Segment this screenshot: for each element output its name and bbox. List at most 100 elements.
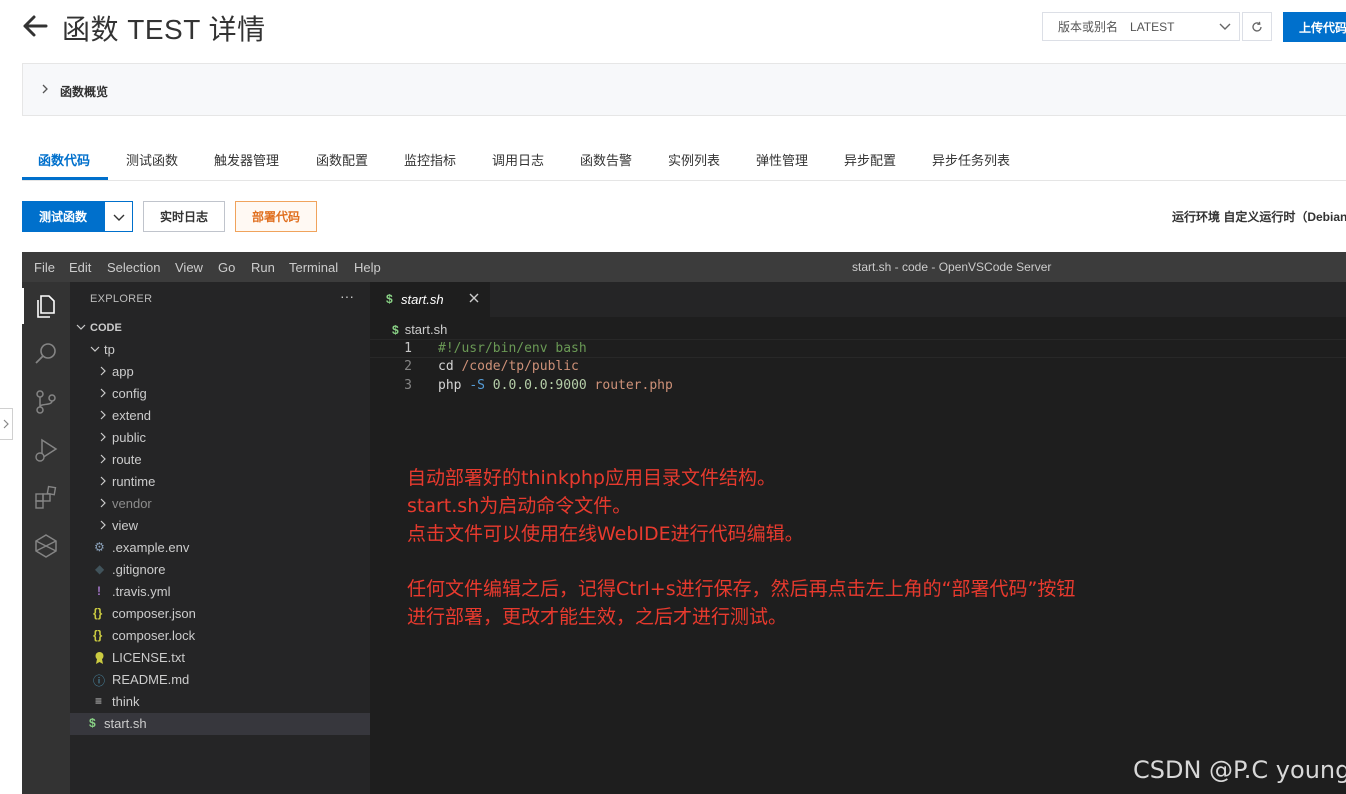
chevron-down-icon bbox=[76, 324, 86, 330]
tab-bar: 函数代码 测试函数 触发器管理 函数配置 监控指标 调用日志 函数告警 实例列表… bbox=[22, 140, 1346, 181]
editor-tab-start-sh[interactable]: $ start.sh bbox=[370, 282, 490, 317]
chevron-down-icon bbox=[113, 214, 124, 221]
chevron-right-icon bbox=[100, 476, 106, 486]
run-debug-icon[interactable] bbox=[32, 436, 60, 464]
chevron-right-icon bbox=[100, 366, 106, 376]
function-overview-panel[interactable]: 函数概览 bbox=[22, 63, 1346, 116]
code-line[interactable]: 3 php -S 0.0.0.0:9000 router.php bbox=[370, 377, 1346, 396]
back-arrow-icon[interactable] bbox=[20, 10, 50, 42]
remote-explorer-icon[interactable] bbox=[32, 532, 60, 560]
line-number: 1 bbox=[404, 341, 412, 356]
code-editor: $ start.sh $ start.sh 1 #!/usr/bin/env ba… bbox=[370, 282, 1346, 794]
tree-item-license[interactable]: LICENSE.txt bbox=[70, 647, 370, 669]
active-view-indicator bbox=[22, 288, 24, 324]
tree-item-label: tp bbox=[104, 342, 115, 357]
activity-bar bbox=[22, 282, 70, 794]
tree-item-start-sh[interactable]: $ start.sh bbox=[70, 713, 370, 735]
tree-item-label: start.sh bbox=[104, 716, 147, 731]
annotation-line: 自动部署好的thinkphp应用目录文件结构。 bbox=[407, 467, 776, 489]
tree-item-label: vendor bbox=[112, 496, 152, 511]
shell-dollar-icon: $ bbox=[392, 323, 399, 337]
tree-item-label: README.md bbox=[112, 672, 190, 687]
menu-selection[interactable]: Selection bbox=[107, 260, 160, 275]
tree-item-label: .example.env bbox=[112, 540, 190, 555]
chevron-right-icon bbox=[100, 432, 106, 442]
deploy-code-button[interactable]: 部署代码 bbox=[235, 201, 317, 232]
code-line[interactable]: 2 cd /code/tp/public bbox=[370, 358, 1346, 377]
tab-instance-list[interactable]: 实例列表 bbox=[668, 150, 720, 169]
line-number: 3 bbox=[404, 378, 412, 393]
tab-elastic-management[interactable]: 弹性管理 bbox=[756, 150, 808, 169]
license-icon bbox=[95, 652, 104, 664]
tab-invocation-logs[interactable]: 调用日志 bbox=[492, 150, 544, 169]
tree-item-tp[interactable]: tp bbox=[70, 339, 370, 361]
tab-test-function[interactable]: 测试函数 bbox=[126, 150, 178, 169]
refresh-button[interactable] bbox=[1242, 12, 1272, 41]
menu-view[interactable]: View bbox=[175, 260, 203, 275]
tree-item-think[interactable]: ≡ think bbox=[70, 691, 370, 713]
more-actions-icon[interactable]: ··· bbox=[340, 288, 354, 304]
tree-item-config[interactable]: config bbox=[70, 383, 370, 405]
page-title: 函数 TEST 详情 bbox=[62, 14, 266, 45]
refresh-icon bbox=[1252, 21, 1262, 32]
upload-code-button[interactable]: 上传代码 bbox=[1283, 12, 1346, 42]
realtime-log-button[interactable]: 实时日志 bbox=[143, 201, 225, 232]
menu-file[interactable]: File bbox=[34, 260, 55, 275]
overview-label: 函数概览 bbox=[60, 85, 109, 99]
tree-item-view[interactable]: view bbox=[70, 515, 370, 537]
tab-monitoring[interactable]: 监控指标 bbox=[404, 150, 456, 169]
tree-item-readme[interactable]: ⓘ README.md bbox=[70, 669, 370, 691]
ide-menubar: File Edit Selection View Go Run Terminal… bbox=[22, 252, 1346, 282]
tree-item-label: config bbox=[112, 386, 147, 401]
explorer-title: EXPLORER bbox=[90, 293, 153, 305]
chevron-right-icon bbox=[100, 410, 106, 420]
code-line[interactable]: 1 #!/usr/bin/env bash bbox=[370, 339, 1346, 358]
tree-item-gitignore[interactable]: ◆ .gitignore bbox=[70, 559, 370, 581]
tree-item-example-env[interactable]: ⚙ .example.env bbox=[70, 537, 370, 559]
explorer-icon[interactable] bbox=[32, 292, 60, 320]
search-icon[interactable] bbox=[32, 340, 60, 368]
close-icon[interactable] bbox=[468, 292, 480, 304]
tree-item-vendor[interactable]: vendor bbox=[70, 493, 370, 515]
tree-item-composer-json[interactable]: {} composer.json bbox=[70, 603, 370, 625]
menu-edit[interactable]: Edit bbox=[69, 260, 91, 275]
version-select-value: LATEST bbox=[1130, 19, 1175, 34]
side-collapse-handle[interactable] bbox=[0, 408, 13, 440]
test-function-button[interactable]: 测试函数 bbox=[22, 201, 104, 232]
breadcrumb[interactable]: $ start.sh bbox=[392, 322, 447, 337]
chevron-down-icon bbox=[90, 346, 100, 352]
tree-item-label: .gitignore bbox=[112, 562, 166, 577]
braces-icon: {} bbox=[93, 628, 103, 642]
editor-tab-label: start.sh bbox=[401, 292, 444, 307]
version-select[interactable]: 版本或别名 LATEST bbox=[1042, 12, 1240, 41]
menu-terminal[interactable]: Terminal bbox=[289, 260, 338, 275]
tree-item-app[interactable]: app bbox=[70, 361, 370, 383]
tab-async-config[interactable]: 异步配置 bbox=[844, 150, 896, 169]
tab-function-alerts[interactable]: 函数告警 bbox=[580, 150, 632, 169]
code-text: php -S 0.0.0.0:9000 router.php bbox=[438, 378, 673, 393]
tab-trigger-management[interactable]: 触发器管理 bbox=[214, 150, 279, 169]
tree-item-composer-lock[interactable]: {} composer.lock bbox=[70, 625, 370, 647]
tree-root-label: CODE bbox=[90, 322, 122, 334]
extensions-icon[interactable] bbox=[32, 484, 60, 512]
tree-item-public[interactable]: public bbox=[70, 427, 370, 449]
menu-help[interactable]: Help bbox=[354, 260, 381, 275]
exclamation-icon: ! bbox=[97, 584, 101, 598]
source-control-icon[interactable] bbox=[32, 388, 60, 416]
tree-item-label: composer.lock bbox=[112, 628, 196, 643]
active-tab-indicator bbox=[22, 177, 108, 180]
tree-item-extend[interactable]: extend bbox=[70, 405, 370, 427]
tab-function-code[interactable]: 函数代码 bbox=[38, 150, 90, 169]
tree-root-code[interactable]: CODE bbox=[70, 317, 370, 339]
tab-function-config[interactable]: 函数配置 bbox=[316, 150, 368, 169]
menu-go[interactable]: Go bbox=[218, 260, 235, 275]
annotation-line: 任何文件编辑之后，记得Ctrl+s进行保存，然后再点击左上角的“部署代码”按钮 bbox=[407, 578, 1076, 600]
test-dropdown-button[interactable] bbox=[104, 201, 133, 232]
tree-item-route[interactable]: route bbox=[70, 449, 370, 471]
menu-run[interactable]: Run bbox=[251, 260, 275, 275]
tree-item-travis-yml[interactable]: ! .travis.yml bbox=[70, 581, 370, 603]
tree-item-label: composer.json bbox=[112, 606, 196, 621]
text-lines-icon: ≡ bbox=[95, 694, 103, 708]
tree-item-runtime[interactable]: runtime bbox=[70, 471, 370, 493]
tab-async-task-list[interactable]: 异步任务列表 bbox=[932, 150, 1010, 169]
